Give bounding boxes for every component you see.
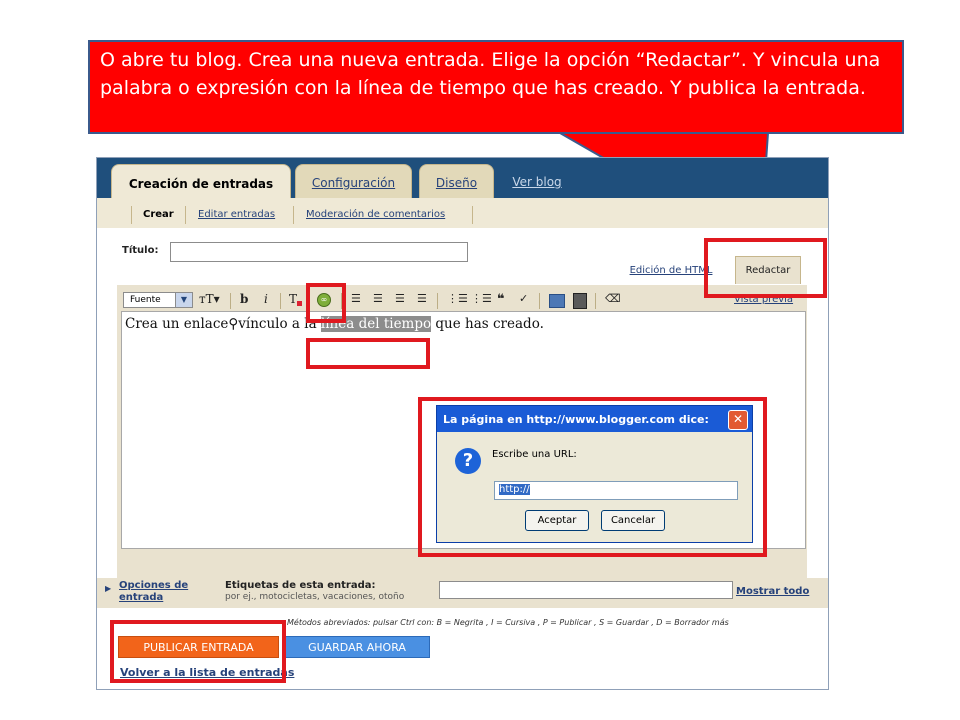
editor-text-after: que has creado. (431, 316, 544, 332)
font-select[interactable]: Fuente ▼ (123, 292, 193, 308)
justify-icon[interactable]: ☰ (417, 292, 427, 305)
subtab-crear[interactable]: Crear (143, 209, 174, 220)
tab-ver-blog[interactable]: Ver blog (501, 164, 573, 200)
font-size-icon[interactable]: ᴛT▾ (199, 292, 220, 306)
tab-diseno[interactable]: Diseño (419, 164, 494, 200)
quote-icon[interactable]: ❝ (497, 292, 505, 307)
chevron-down-icon: ▼ (175, 293, 192, 307)
highlight-publish (110, 620, 286, 683)
highlight-redactar-tab (704, 238, 827, 298)
instruction-text: O abre tu blog. Crea una nueva entrada. … (100, 49, 881, 99)
align-left-icon[interactable]: ☰ (351, 292, 361, 305)
editor-text-before: Crea un enlace⚲vínculo a la (125, 316, 321, 332)
italic-icon[interactable]: i (264, 292, 268, 306)
highlight-selected-text (306, 338, 430, 369)
subtab-editar-entradas[interactable]: Editar entradas (198, 209, 275, 220)
align-right-icon[interactable]: ☰ (395, 292, 405, 305)
title-label: Título: (122, 245, 159, 256)
eraser-icon[interactable]: ⌫ (605, 292, 621, 305)
tab-creacion-entradas[interactable]: Creación de entradas (111, 164, 291, 202)
font-select-value: Fuente (130, 295, 161, 305)
top-nav-bar: Creación de entradas Configuración Diseñ… (97, 158, 828, 202)
highlight-dialog (418, 397, 767, 557)
bullet-list-icon[interactable]: ⋮☰ (471, 292, 492, 305)
image-icon[interactable] (549, 294, 565, 308)
post-options-link[interactable]: Opciones de entrada (119, 580, 199, 604)
post-options-bar: ▶ Opciones de entrada Etiquetas de esta … (97, 578, 828, 608)
expand-arrow-icon[interactable]: ▶ (105, 584, 111, 593)
tab-configuracion[interactable]: Configuración (295, 164, 412, 200)
spellcheck-icon[interactable]: ✓ (519, 292, 528, 305)
labels-input[interactable] (439, 581, 733, 599)
align-center-icon[interactable]: ☰ (373, 292, 383, 305)
save-now-button[interactable]: GUARDAR AHORA (284, 636, 430, 658)
text-color-icon[interactable]: T (289, 292, 303, 306)
keyboard-shortcuts: Métodos abreviados: pulsar Ctrl con: B =… (287, 618, 729, 627)
video-icon[interactable] (573, 293, 587, 309)
subtab-moderacion[interactable]: Moderación de comentarios (306, 209, 445, 220)
bold-icon[interactable]: b (240, 292, 248, 306)
instruction-callout: O abre tu blog. Crea una nueva entrada. … (88, 40, 904, 134)
sub-nav: Crear Editar entradas Moderación de come… (97, 198, 828, 228)
show-all-link[interactable]: Mostrar todo (736, 586, 809, 597)
labels-hint: por ej., motocicletas, vacaciones, otoño (225, 592, 405, 602)
numbered-list-icon[interactable]: ⋮☰ (447, 292, 468, 305)
labels-title: Etiquetas de esta entrada: (225, 580, 376, 591)
highlight-link-button (306, 283, 346, 323)
title-input[interactable] (170, 242, 468, 262)
